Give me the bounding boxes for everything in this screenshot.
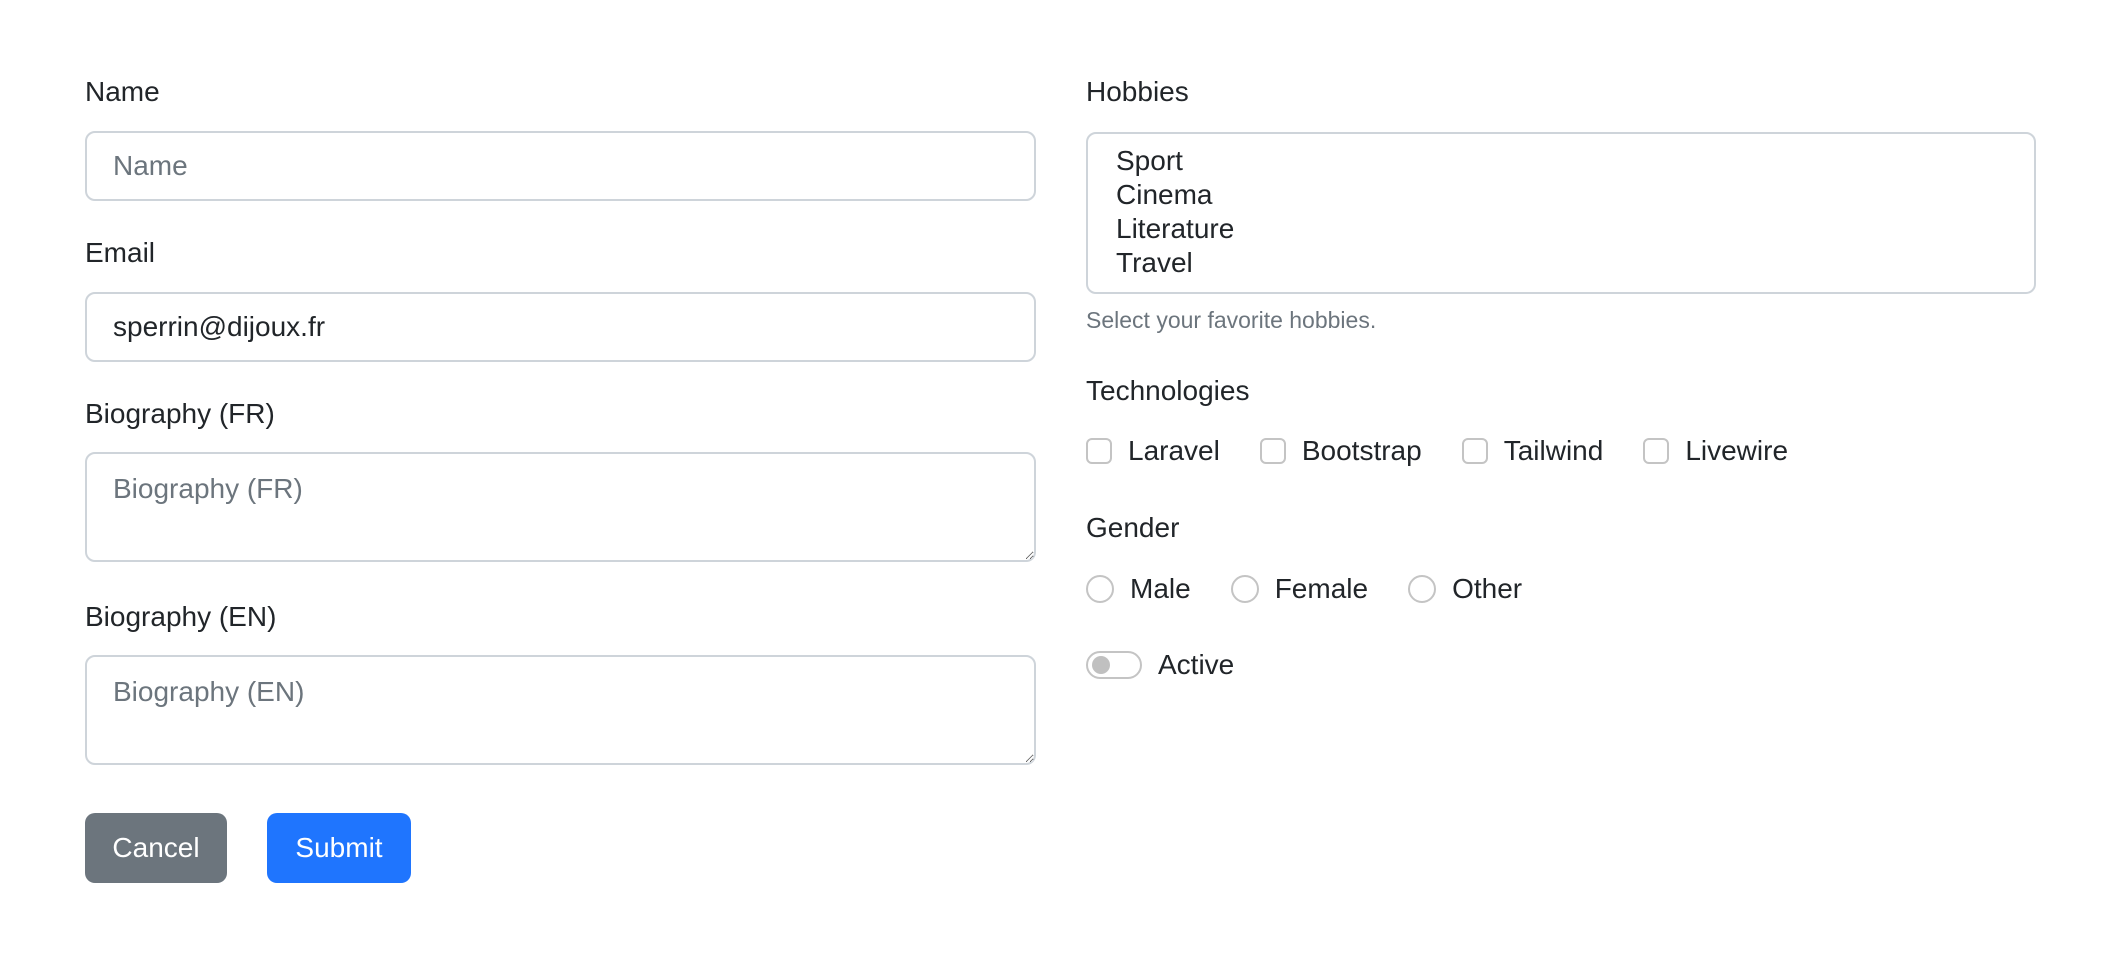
hobby-option[interactable]: Sport (1116, 144, 2006, 178)
radio-icon[interactable] (1086, 575, 1114, 603)
checkbox-label: Tailwind (1503, 435, 1604, 466)
gender-group: Male Female Other (1086, 572, 1562, 606)
hobbies-help-text: Select your favorite hobbies. (1086, 307, 1377, 333)
active-switch-row: Active (1086, 649, 1235, 680)
checkbox-icon[interactable] (1259, 438, 1286, 464)
email-label: Email (85, 237, 156, 268)
radio-label: Male (1130, 573, 1191, 604)
biography-fr-textarea[interactable] (85, 452, 1036, 562)
radio-female[interactable]: Female (1230, 572, 1369, 606)
hobbies-label: Hobbies (1086, 76, 1189, 107)
active-toggle[interactable] (1086, 651, 1142, 679)
checkbox-label: Laravel (1128, 435, 1220, 466)
checkbox-bootstrap[interactable]: Bootstrap (1259, 434, 1422, 468)
biography-fr-label: Biography (FR) (85, 398, 275, 429)
radio-label: Other (1452, 573, 1523, 604)
hobby-option[interactable]: Literature (1116, 212, 2006, 246)
technologies-label: Technologies (1086, 375, 1250, 406)
hobby-option[interactable]: Travel (1116, 246, 2006, 280)
hobby-option[interactable]: Cinema (1116, 178, 2006, 212)
radio-icon[interactable] (1230, 575, 1259, 603)
checkbox-label: Livewire (1685, 435, 1789, 466)
email-input[interactable] (85, 292, 1036, 362)
submit-button[interactable]: Submit (267, 813, 411, 883)
radio-male[interactable]: Male (1086, 572, 1191, 606)
name-label: Name (85, 76, 160, 107)
technologies-group: Laravel Bootstrap Tailwind Livewire (1086, 434, 1828, 468)
name-input[interactable] (85, 131, 1036, 201)
checkbox-icon[interactable] (1643, 438, 1670, 464)
cancel-button[interactable]: Cancel (85, 813, 227, 883)
hobbies-select[interactable]: Sport Cinema Literature Travel (1086, 132, 2036, 294)
biography-en-textarea[interactable] (85, 655, 1036, 765)
biography-en-label: Biography (EN) (85, 601, 277, 632)
radio-other[interactable]: Other (1408, 572, 1522, 606)
radio-label: Female (1274, 573, 1369, 604)
radio-icon[interactable] (1408, 575, 1437, 603)
checkbox-label: Bootstrap (1301, 435, 1422, 466)
checkbox-laravel[interactable]: Laravel (1086, 434, 1220, 468)
checkbox-icon[interactable] (1461, 438, 1488, 464)
gender-label: Gender (1086, 512, 1180, 543)
toggle-knob (1092, 656, 1110, 674)
checkbox-livewire[interactable]: Livewire (1643, 434, 1788, 468)
active-label: Active (1158, 649, 1235, 680)
checkbox-tailwind[interactable]: Tailwind (1461, 434, 1604, 468)
checkbox-icon[interactable] (1086, 438, 1112, 464)
